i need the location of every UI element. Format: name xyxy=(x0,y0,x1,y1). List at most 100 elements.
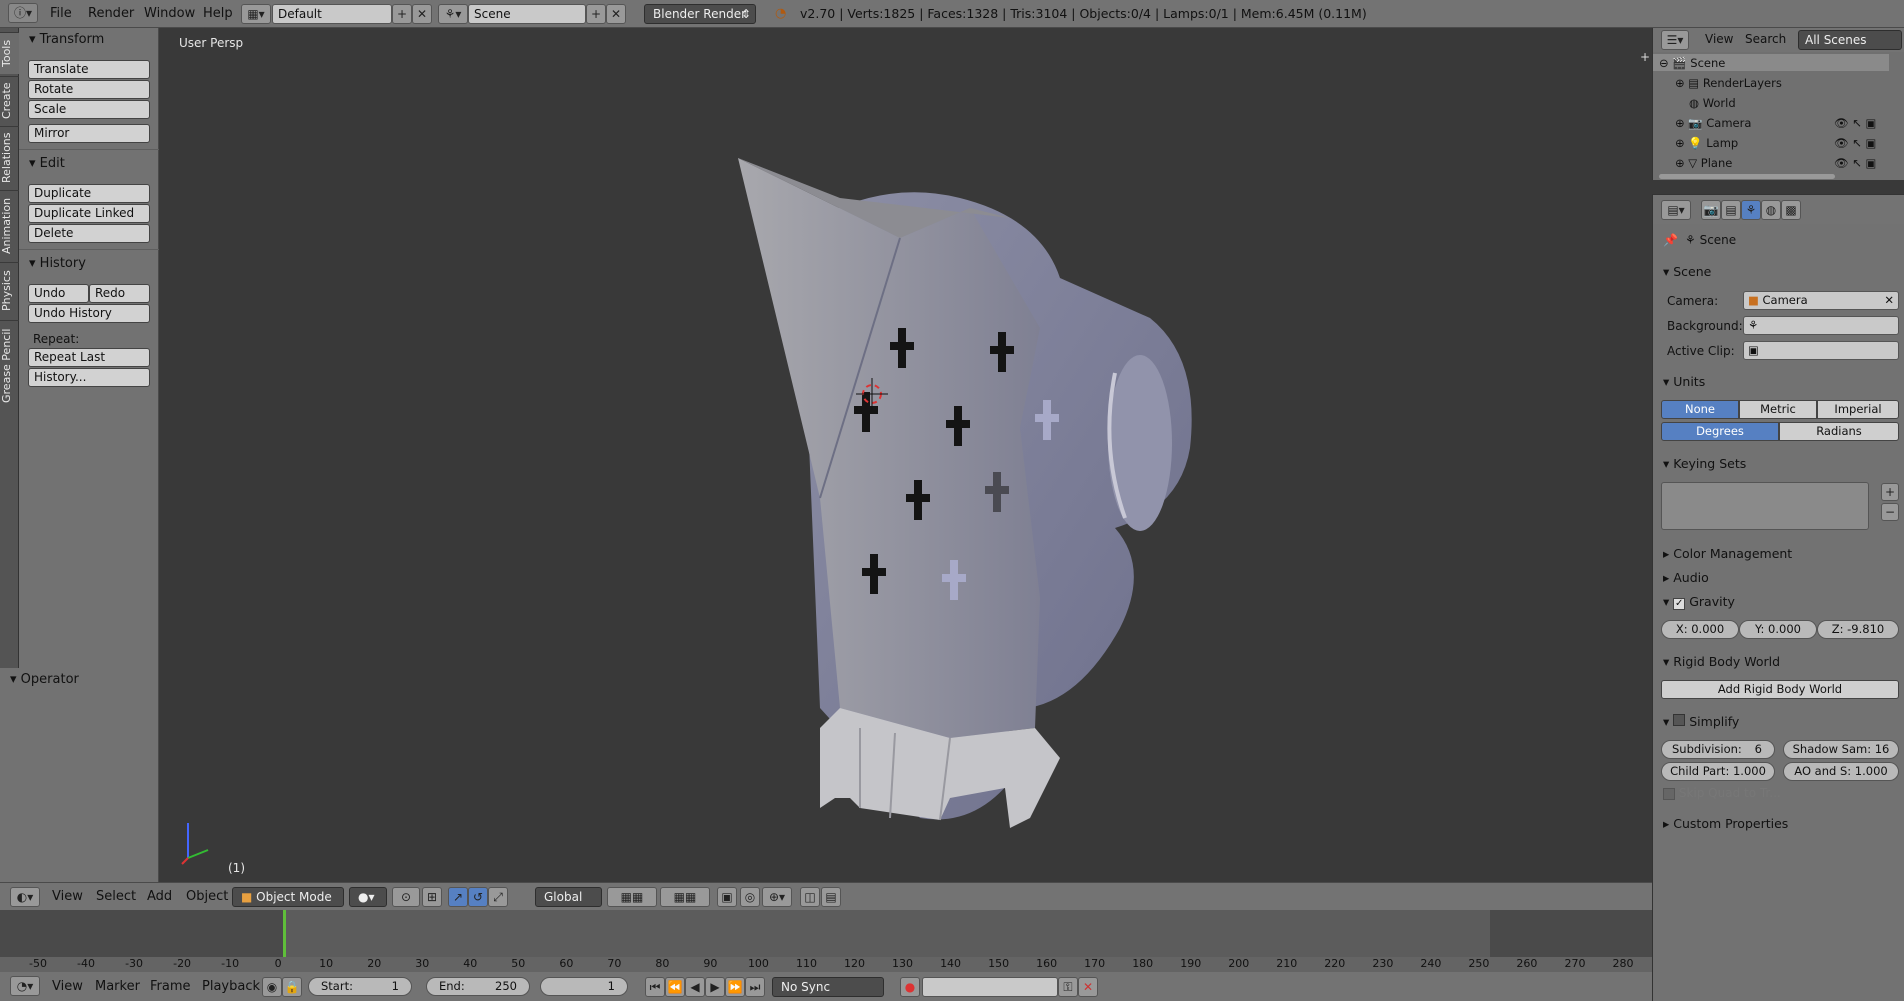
outliner-item-scene[interactable]: ⊖ 🎬 Scene xyxy=(1659,56,1725,70)
3d-viewport[interactable] xyxy=(160,28,1652,882)
outliner-menu-search[interactable]: Search xyxy=(1745,32,1786,46)
lock-icon[interactable]: 🔒 xyxy=(282,977,302,997)
auto-keyframe-icon[interactable]: ◉ xyxy=(262,977,282,997)
proportional-icon[interactable]: ◎ xyxy=(740,887,760,907)
background-field[interactable]: ⚘ xyxy=(1743,316,1899,335)
play-reverse-icon[interactable]: ◀ xyxy=(685,977,705,997)
simplify-checkbox[interactable] xyxy=(1673,714,1686,726)
scale-button[interactable]: Scale xyxy=(28,100,150,119)
rotate-manip-icon[interactable]: ↺ xyxy=(468,887,488,907)
remove-scene-icon[interactable]: ✕ xyxy=(606,4,626,24)
outliner-item-world[interactable]: ◍ World xyxy=(1689,96,1736,110)
redo-button[interactable]: Redo xyxy=(89,284,150,303)
units-panel-header[interactable]: ▾ Units xyxy=(1663,374,1705,389)
transform-panel-header[interactable]: ▾ Transform xyxy=(29,32,104,47)
add-rigid-body-world-button[interactable]: Add Rigid Body World xyxy=(1661,680,1899,699)
duplicate-linked-button[interactable]: Duplicate Linked xyxy=(28,204,150,223)
custom-properties-panel-header[interactable]: ▸ Custom Properties xyxy=(1663,816,1788,831)
translate-button[interactable]: Translate xyxy=(28,60,150,79)
outliner-item-plane[interactable]: ⊕ ▽ Plane xyxy=(1675,156,1732,170)
keying-set-field[interactable] xyxy=(922,977,1058,997)
scale-manip-icon[interactable]: ⤢ xyxy=(488,887,508,907)
tab-physics[interactable]: Physics xyxy=(0,262,19,318)
render-layers-tab-icon[interactable]: ▤ xyxy=(1721,200,1741,220)
outliner-menu-view[interactable]: View xyxy=(1705,32,1733,46)
history-button[interactable]: History... xyxy=(28,368,150,387)
tab-animation[interactable]: Animation xyxy=(0,190,19,260)
outliner-item-renderlayers[interactable]: ⊕ ▤ RenderLayers xyxy=(1675,76,1782,90)
ao-sss-field[interactable]: AO and S: 1.000 xyxy=(1783,762,1899,781)
properties-editor-icon[interactable]: ▤▾ xyxy=(1661,200,1691,220)
delete-button[interactable]: Delete xyxy=(28,224,150,243)
menu-render[interactable]: Render xyxy=(88,6,134,21)
outliner-scrollbar[interactable] xyxy=(1659,174,1835,179)
current-frame-marker[interactable] xyxy=(283,910,286,957)
child-particles-field[interactable]: Child Part: 1.000 xyxy=(1661,762,1775,781)
shading-dropdown[interactable]: ●▾ xyxy=(349,887,387,907)
manipulator-icon[interactable]: ⊞ xyxy=(422,887,442,907)
jump-end-icon[interactable]: ⏭ xyxy=(745,977,765,997)
keying-sets-panel-header[interactable]: ▾ Keying Sets xyxy=(1663,456,1746,471)
menu-file[interactable]: File xyxy=(50,6,72,21)
scene-field[interactable]: Scene xyxy=(468,4,586,24)
subdivision-field[interactable]: Subdivision: 6 xyxy=(1661,740,1775,759)
pin-icon[interactable]: 📌 xyxy=(1663,233,1678,247)
units-metric-button[interactable]: Metric xyxy=(1739,400,1817,419)
units-none-button[interactable]: None xyxy=(1661,400,1739,419)
gravity-y-field[interactable]: Y: 0.000 xyxy=(1739,620,1817,639)
menu-marker[interactable]: Marker xyxy=(95,979,140,994)
rigid-body-world-panel-header[interactable]: ▾ Rigid Body World xyxy=(1663,654,1780,669)
edit-panel-header[interactable]: ▾ Edit xyxy=(29,156,65,171)
add-keying-set-icon[interactable]: + xyxy=(1881,483,1899,501)
tab-create[interactable]: Create xyxy=(0,76,19,124)
layers-grid2-icon[interactable]: ▦▦ xyxy=(660,887,710,907)
shadow-samples-field[interactable]: Shadow Sam: 16 xyxy=(1783,740,1899,759)
menu-view[interactable]: View xyxy=(52,889,83,904)
camera-field[interactable]: ■ Camera ✕ xyxy=(1743,291,1899,310)
menu-add[interactable]: Add xyxy=(147,889,172,904)
units-imperial-button[interactable]: Imperial xyxy=(1817,400,1899,419)
timeline-editor-icon[interactable]: ◔▾ xyxy=(10,976,40,996)
tab-grease-pencil[interactable]: Grease Pencil xyxy=(0,320,19,410)
menu-frame[interactable]: Frame xyxy=(150,979,191,994)
skip-quad-checkbox[interactable]: Skip Quad to Tr... xyxy=(1663,786,1781,800)
remove-layout-icon[interactable]: ✕ xyxy=(412,4,432,24)
clear-icon[interactable]: ✕ xyxy=(1884,292,1894,309)
duplicate-button[interactable]: Duplicate xyxy=(28,184,150,203)
pivot-icon[interactable]: ⊙ xyxy=(392,887,420,907)
render-preview-icon[interactable]: ◫ xyxy=(800,887,820,907)
sync-dropdown[interactable]: No Sync xyxy=(772,977,884,997)
gravity-panel-header[interactable]: ▾ ✓ Gravity xyxy=(1663,594,1735,610)
texture-tab-icon[interactable]: ▩ xyxy=(1781,200,1801,220)
keying-sets-list[interactable] xyxy=(1661,482,1869,530)
world-tab-icon[interactable]: ◍ xyxy=(1761,200,1781,220)
scene-panel-header[interactable]: ▾ Scene xyxy=(1663,264,1711,279)
play-icon[interactable]: ▶ xyxy=(705,977,725,997)
layers-grid-icon[interactable]: ▦▦ xyxy=(607,887,657,907)
active-clip-field[interactable]: ▣ xyxy=(1743,341,1899,360)
color-management-panel-header[interactable]: ▸ Color Management xyxy=(1663,546,1792,561)
current-frame-field[interactable]: 1 xyxy=(540,977,628,996)
record-icon[interactable]: ● xyxy=(900,977,920,997)
outliner-item-camera[interactable]: ⊕ 📷 Camera xyxy=(1675,116,1751,130)
delete-keyframe-icon[interactable]: ✕ xyxy=(1078,977,1098,997)
mirror-button[interactable]: Mirror xyxy=(28,124,150,143)
history-panel-header[interactable]: ▾ History xyxy=(29,256,86,271)
object-mode-dropdown[interactable]: ■ Object Mode xyxy=(232,887,344,907)
translate-manip-icon[interactable]: ↗ xyxy=(448,887,468,907)
menu-playback[interactable]: Playback xyxy=(202,979,260,994)
menu-window[interactable]: Window xyxy=(144,6,195,21)
operator-panel-header[interactable]: ▾ Operator xyxy=(10,672,79,687)
menu-timeline-view[interactable]: View xyxy=(52,979,83,994)
jump-next-key-icon[interactable]: ⏩ xyxy=(725,977,745,997)
camera-icon[interactable]: ▤ xyxy=(821,887,841,907)
jump-prev-key-icon[interactable]: ⏪ xyxy=(665,977,685,997)
tab-relations[interactable]: Relations xyxy=(0,126,19,188)
add-scene-icon[interactable]: + xyxy=(586,4,606,24)
remove-keying-set-icon[interactable]: − xyxy=(1881,503,1899,521)
outliner-editor-icon[interactable]: ☰▾ xyxy=(1661,30,1689,50)
menu-select[interactable]: Select xyxy=(96,889,136,904)
repeat-last-button[interactable]: Repeat Last xyxy=(28,348,150,367)
rotate-button[interactable]: Rotate xyxy=(28,80,150,99)
scene-tab-icon[interactable]: ⚘ xyxy=(1741,200,1761,220)
